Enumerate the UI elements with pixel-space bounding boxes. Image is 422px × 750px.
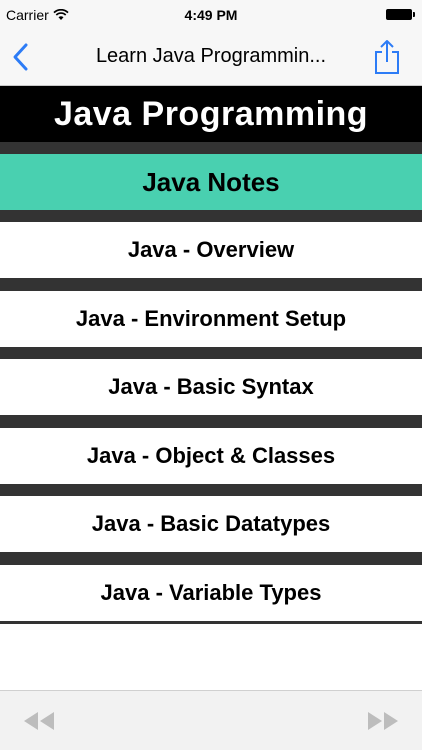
divider (0, 415, 422, 428)
section-banner: Java Notes (0, 154, 422, 210)
divider (0, 278, 422, 291)
battery-icon (386, 9, 415, 20)
menu-item-basic-syntax[interactable]: Java - Basic Syntax (0, 359, 422, 415)
fast-forward-button[interactable] (366, 710, 400, 732)
back-button[interactable] (8, 40, 38, 74)
rewind-icon (24, 712, 54, 730)
navigation-bar: Learn Java Programmin... (0, 30, 422, 86)
divider (0, 484, 422, 496)
menu-item-basic-datatypes[interactable]: Java - Basic Datatypes (0, 496, 422, 552)
divider (0, 347, 422, 359)
menu-item-environment-setup[interactable]: Java - Environment Setup (0, 291, 422, 347)
fast-forward-icon (368, 712, 398, 730)
share-button[interactable] (372, 38, 402, 76)
nav-title: Learn Java Programmin... (95, 45, 327, 67)
bottom-toolbar (0, 690, 422, 750)
status-bar: Carrier 4:49 PM (0, 0, 422, 30)
status-time: 4:49 PM (184, 7, 238, 23)
share-icon (375, 40, 399, 74)
divider (0, 142, 422, 154)
menu-item-overview[interactable]: Java - Overview (0, 222, 422, 278)
menu-item-variable-types[interactable]: Java - Variable Types (0, 565, 422, 621)
header-banner: Java Programming (0, 86, 422, 142)
rewind-button[interactable] (22, 710, 56, 732)
divider (0, 621, 422, 624)
divider (0, 210, 422, 222)
chevron-left-icon (13, 43, 28, 71)
divider (0, 552, 422, 565)
menu-item-object-classes[interactable]: Java - Object & Classes (0, 428, 422, 484)
